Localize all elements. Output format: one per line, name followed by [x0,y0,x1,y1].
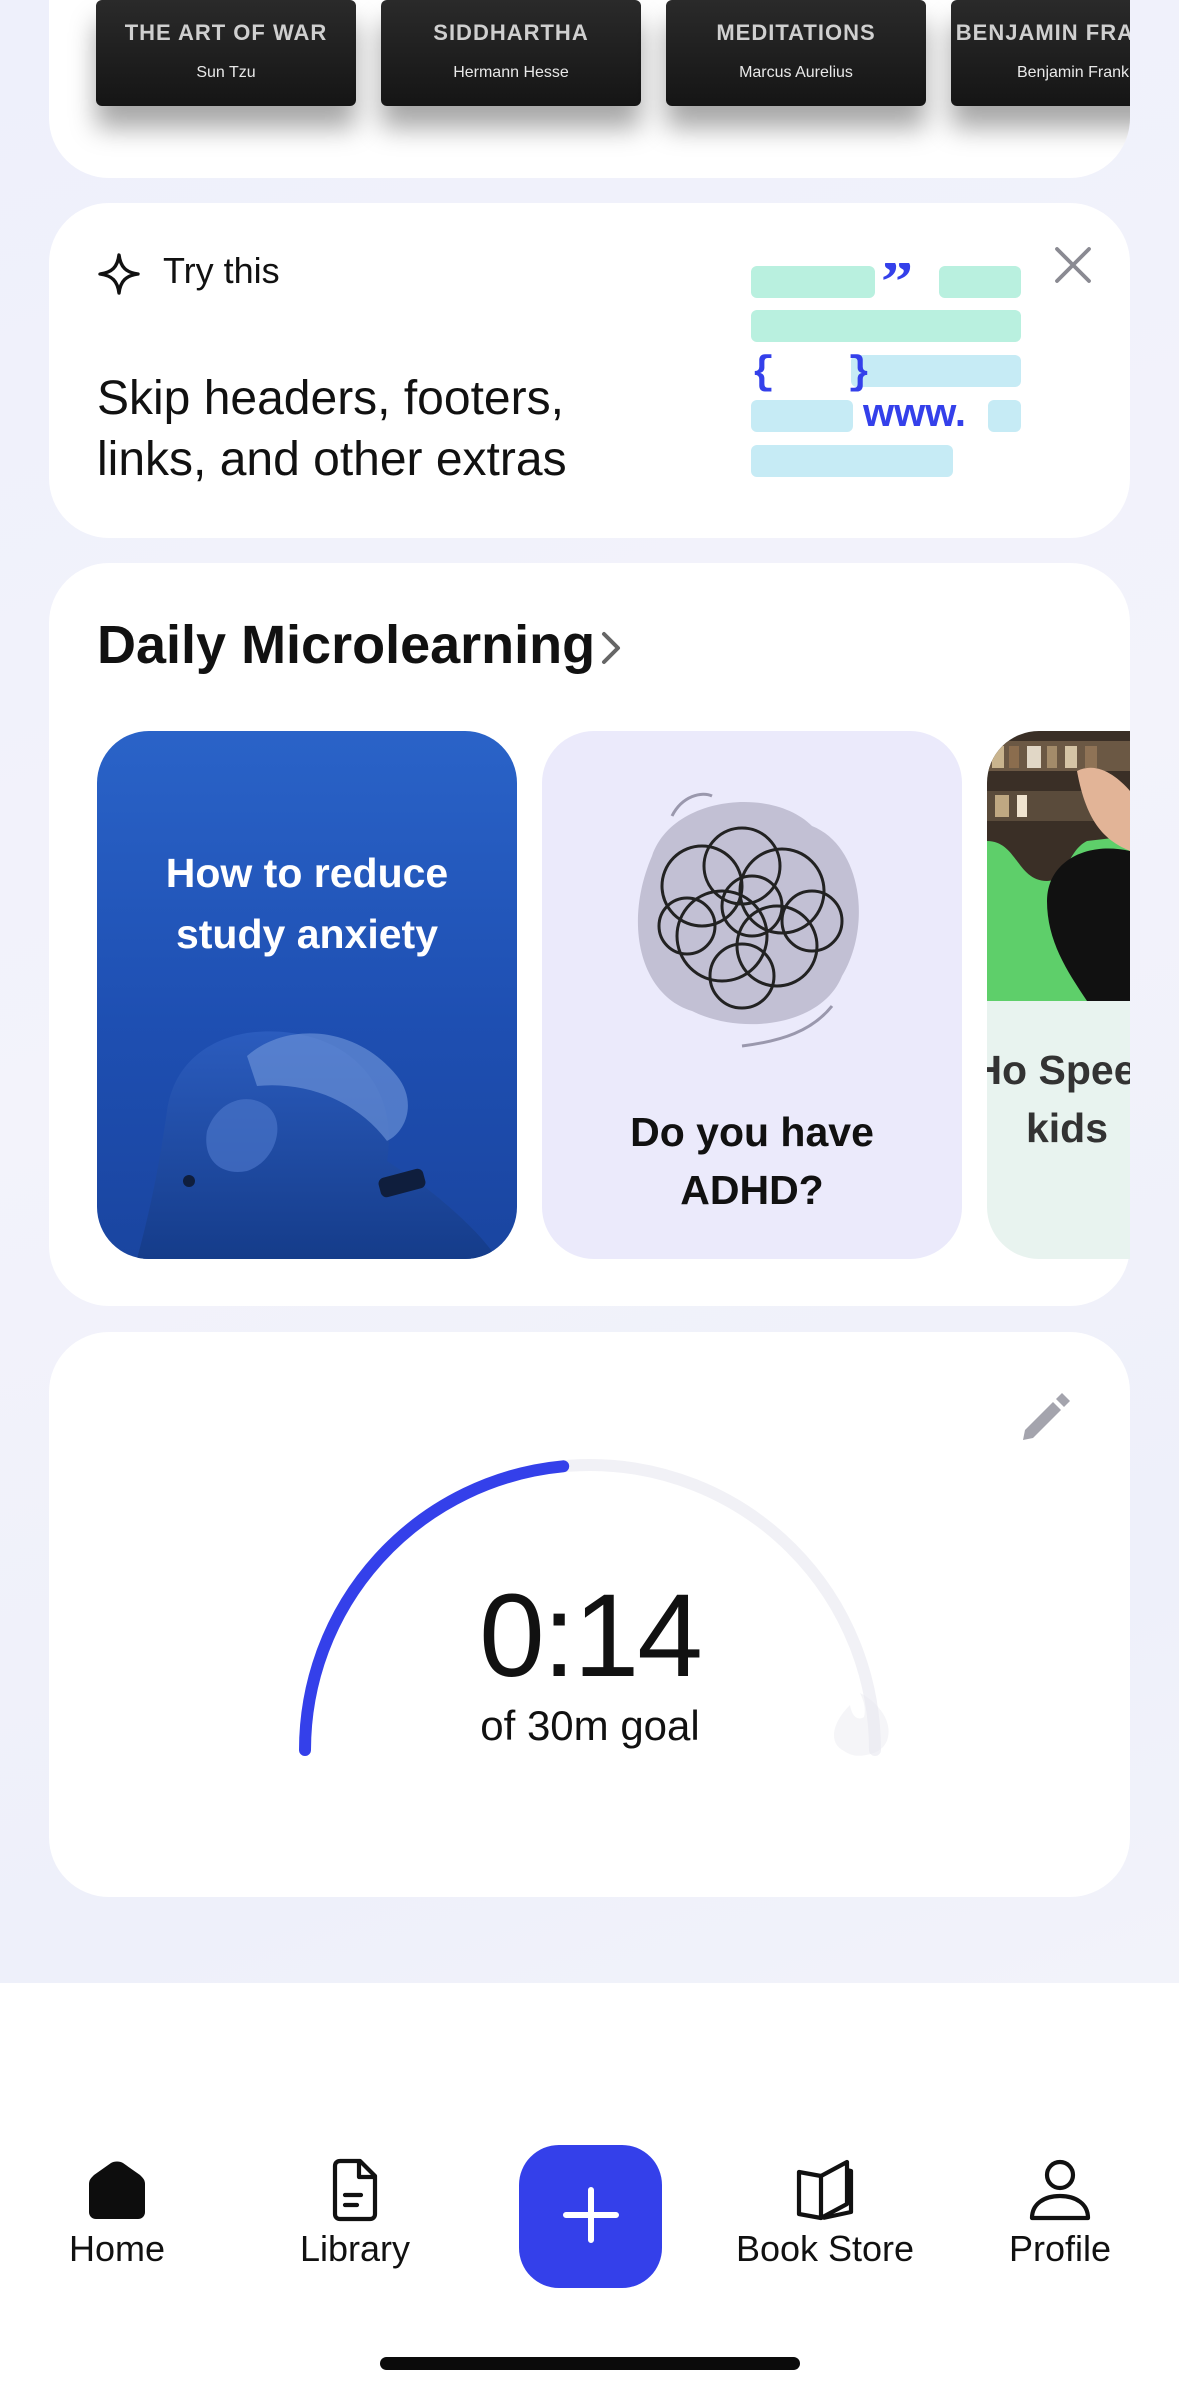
book-author: Hermann Hesse [453,64,569,81]
plus-icon [562,2187,619,2243]
book-author: Sun Tzu [196,64,256,81]
person-icon [1029,2159,1091,2221]
shelf-photo-image [987,731,1130,1001]
card-title: How to reduce study anxiety [165,850,449,957]
try-this-label: Try this [163,250,280,291]
card-title: Ho Speed kids [987,1047,1130,1151]
nav-label: Profile [1008,2228,1112,2269]
add-button[interactable] [519,2145,662,2288]
book-title: BENJAMIN FRANKLIN [955,20,1130,45]
book-title: SIDDHARTHA [433,20,589,45]
nav-item-profile[interactable]: Profile [985,2158,1135,2270]
microlearning-card[interactable]: Ho Speed kids [987,731,1130,1259]
chevron-right-icon[interactable] [596,628,626,668]
stressed-person-image [137,1031,497,1259]
document-icon [332,2158,378,2222]
book-cover[interactable]: SIDDHARTHA Hermann Hesse [381,0,641,106]
nav-item-home[interactable]: Home [47,2158,187,2270]
nav-item-library[interactable]: Library [270,2158,440,2270]
books-row: THE ART OF WAR Sun Tzu SIDDHARTHA Herman… [49,0,1130,178]
scribble-illustration [637,792,859,1048]
flame-icon [833,1693,889,1756]
card-title: Do you have ADHD? [630,1109,874,1213]
book-cover[interactable]: THE ART OF WAR Sun Tzu [96,0,356,106]
clean-text-illustration: ” { } www. [751,263,1021,477]
book-cover[interactable]: BENJAMIN FRANKLIN Benjamin Franklin [951,0,1130,106]
book-title: MEDITATIONS [716,20,876,45]
braces-glyph: { } [751,351,871,396]
home-icon [89,2161,145,2219]
close-icon[interactable] [1052,244,1094,286]
nav-label: Home [68,2228,166,2269]
pencil-icon[interactable] [1017,1386,1075,1444]
books-card: THE ART OF WAR Sun Tzu SIDDHARTHA Herman… [49,0,1130,178]
book-cover[interactable]: MEDITATIONS Marcus Aurelius [666,0,926,106]
microlearning-card[interactable]: Do you have ADHD? [542,731,962,1259]
book-author: Marcus Aurelius [739,64,853,81]
nav-label: Library [299,2228,411,2269]
book-author: Benjamin Franklin [1016,64,1130,81]
time-read-value: 0:14 [479,1570,703,1702]
open-book-icon [796,2159,854,2221]
tip-text: Skip headers, footers, links, and other … [97,372,567,486]
www-glyph: www. [862,391,966,435]
goal-text: of 30m goal [480,1702,700,1749]
nav-label: Book Store [735,2228,915,2269]
quote-glyph: ” [881,263,913,317]
sparkle-icon [98,253,140,295]
home-indicator [380,2357,800,2370]
daily-microlearning-title[interactable]: Daily Microlearning [97,614,595,676]
nav-item-book-store[interactable]: Book Store [720,2158,930,2270]
microlearning-card[interactable]: How to reduce study anxiety [97,731,517,1259]
book-title: THE ART OF WAR [124,20,328,45]
